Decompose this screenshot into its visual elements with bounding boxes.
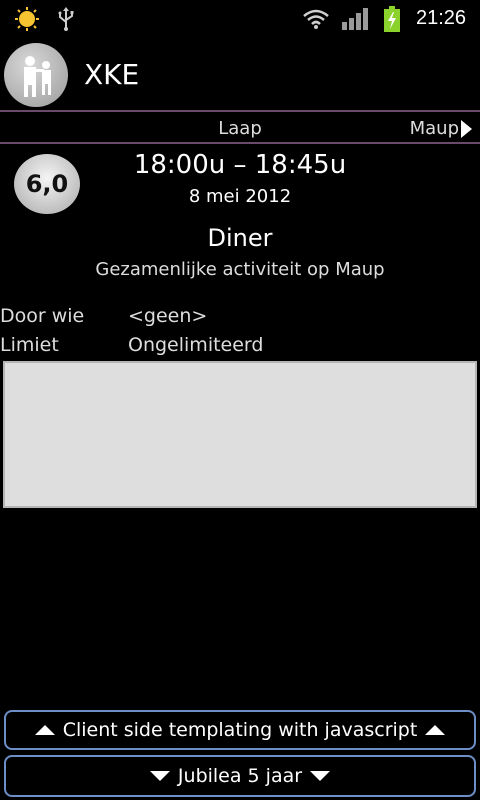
status-bar: 21:26 [0, 0, 480, 38]
app-logo-icon[interactable] [4, 43, 68, 107]
battery-charging-icon [384, 6, 400, 32]
detail-label-door-wie: Door wie [0, 305, 85, 327]
clock: 21:26 [416, 7, 467, 29]
event-date: 8 mei 2012 [188, 186, 292, 207]
detail-value-door-wie: <geen> [128, 305, 208, 327]
description-box [3, 361, 477, 508]
usb-icon [58, 7, 74, 31]
arrow-up-icon [34, 725, 55, 735]
location-nav-bar: Laap Maup [0, 110, 480, 144]
page-title: XKE [84, 58, 140, 91]
next-location-label: Maup [409, 118, 459, 139]
previous-event-button[interactable]: Client side templating with javascript [4, 710, 476, 750]
current-location-label: Laap [218, 118, 262, 139]
signal-icon [342, 8, 368, 30]
detail-label-limiet: Limiet [0, 334, 59, 356]
arrow-down-icon [149, 771, 170, 781]
arrow-up-icon [425, 725, 446, 735]
wifi-icon [303, 9, 329, 29]
sun-icon [15, 7, 39, 31]
app-header: XKE [0, 38, 480, 110]
event-title: Diner [207, 224, 273, 252]
event-subtitle: Gezamenlijke activiteit op Maup [95, 259, 385, 280]
detail-value-limiet: Ongelimiteerd [128, 334, 264, 356]
arrow-down-icon [310, 771, 331, 781]
next-event-button[interactable]: Jubilea 5 jaar [4, 755, 476, 797]
next-event-label: Jubilea 5 jaar [177, 765, 303, 787]
chevron-right-icon [461, 119, 472, 138]
previous-event-label: Client side templating with javascript [62, 719, 418, 741]
event-time-range: 18:00u – 18:45u [133, 150, 347, 180]
next-location-button[interactable]: Maup [410, 118, 472, 139]
